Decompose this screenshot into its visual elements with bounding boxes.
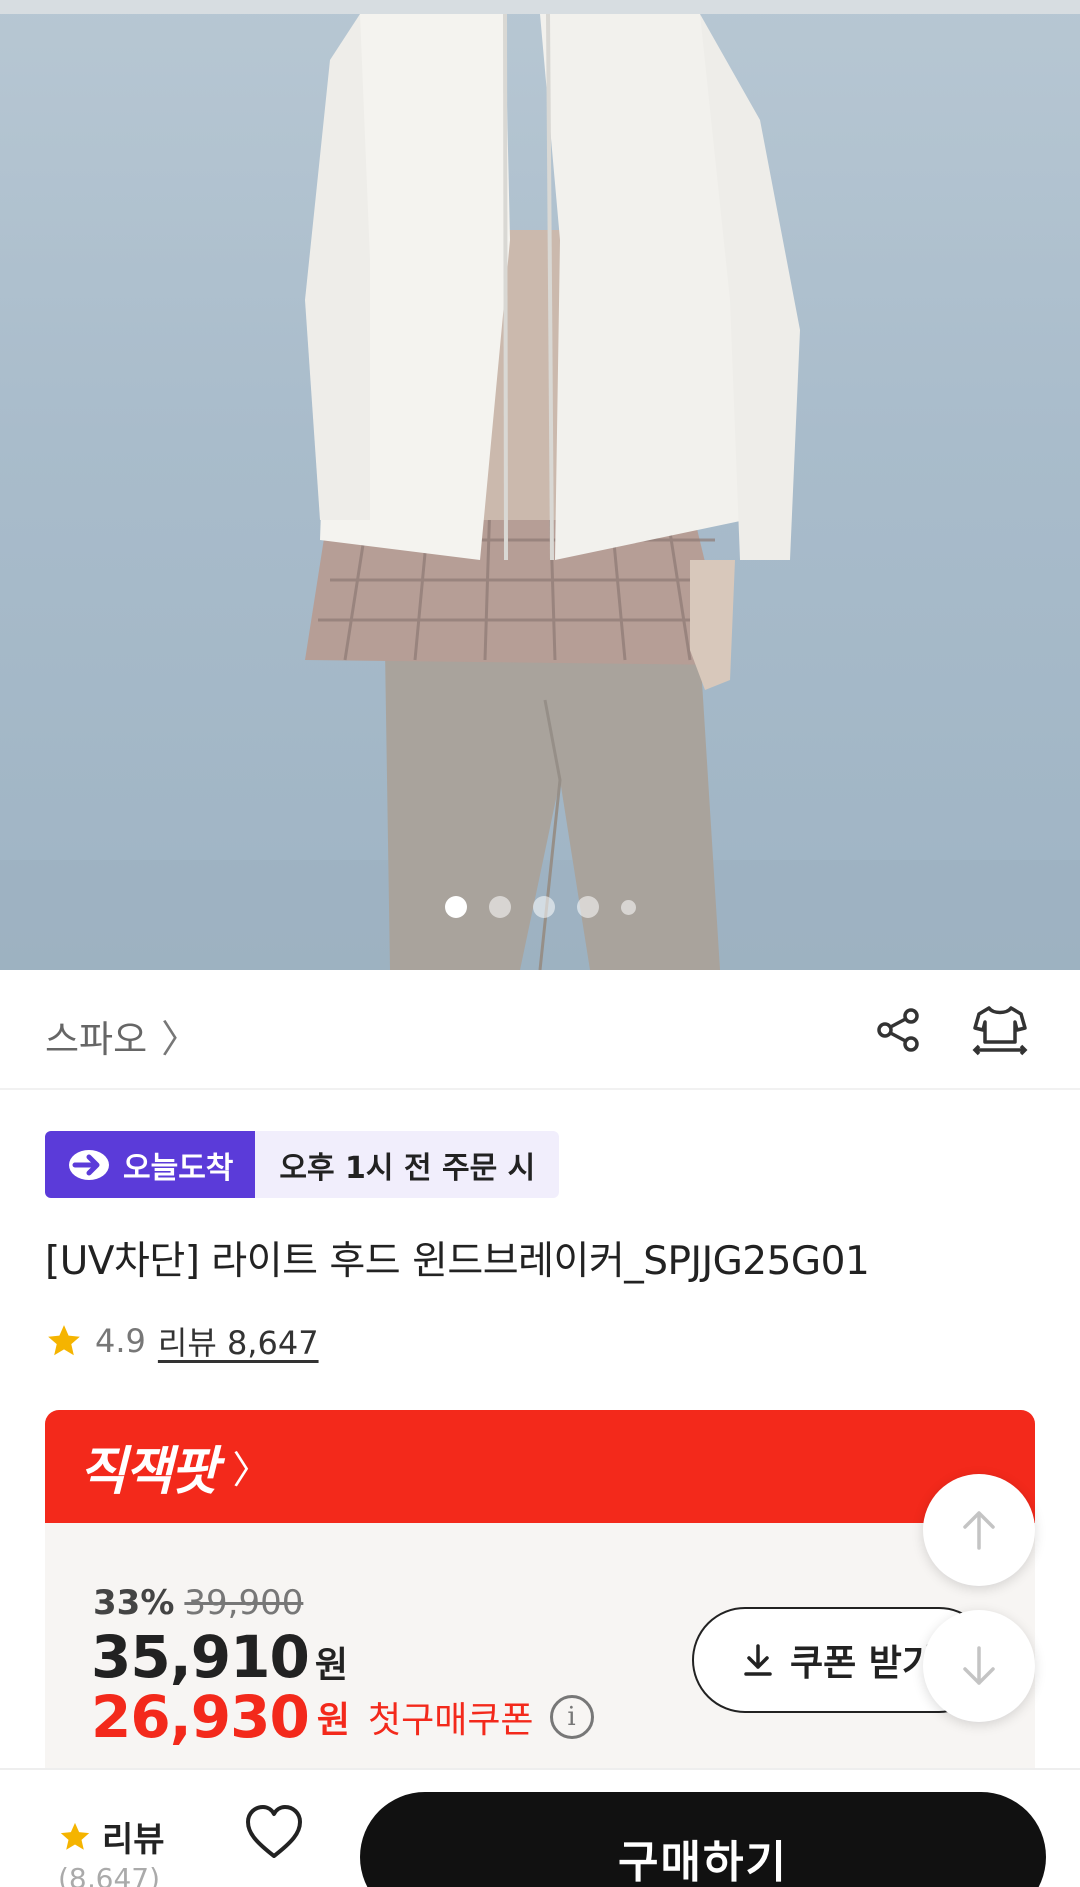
carousel-dot[interactable] bbox=[620, 899, 636, 915]
info-icon[interactable]: i bbox=[549, 1695, 594, 1739]
original-price: 39,900 bbox=[184, 1583, 304, 1623]
today-delivery-badge: 오늘도착 bbox=[45, 1131, 256, 1198]
coupon-price-unit: 원 bbox=[316, 1700, 350, 1741]
chevron-right-icon: 〉 bbox=[232, 1448, 271, 1492]
get-coupon-label: 쿠폰 받기 bbox=[790, 1643, 936, 1684]
jackpot-label: 직잭팟 bbox=[79, 1442, 219, 1502]
brand-name: 스파오 bbox=[45, 1017, 148, 1061]
brand-row: 스파오 〉 bbox=[0, 970, 1080, 1090]
sale-price: 35,910 원 bbox=[91, 1623, 348, 1691]
download-icon bbox=[744, 1644, 772, 1676]
delivery-condition: 오후 1시 전 주문 시 bbox=[255, 1131, 560, 1198]
carousel-dot[interactable] bbox=[488, 896, 511, 918]
bottom-review-button[interactable]: 리뷰 bbox=[58, 1812, 165, 1861]
bottom-review-label: 리뷰 bbox=[102, 1820, 165, 1860]
review-link[interactable]: 리뷰 8,647 bbox=[158, 1318, 319, 1364]
carousel-dot[interactable] bbox=[444, 896, 467, 918]
try-on-icon bbox=[972, 1006, 1028, 1056]
carousel-dot[interactable] bbox=[576, 896, 599, 918]
chevron-right-icon: 〉 bbox=[161, 1017, 200, 1061]
product-image-carousel[interactable] bbox=[0, 0, 1080, 970]
share-button[interactable] bbox=[866, 998, 930, 1062]
arrow-down-icon bbox=[963, 1646, 995, 1685]
sale-price-unit: 원 bbox=[314, 1645, 348, 1686]
heart-icon bbox=[246, 1805, 302, 1858]
delivery-badges: 오늘도착 오후 1시 전 주문 시 bbox=[45, 1131, 560, 1198]
brand-link[interactable]: 스파오 〉 bbox=[45, 1008, 199, 1063]
product-title: [UV차단] 라이트 후드 윈드브레이커_SPJJG25G01 bbox=[45, 1239, 870, 1284]
coupon-price: 26,930 원 첫구매쿠폰 i bbox=[91, 1683, 594, 1751]
star-icon bbox=[60, 1822, 90, 1850]
star-icon bbox=[48, 1325, 80, 1356]
bottom-action-bar: 리뷰 (8,647) 구매하기 bbox=[0, 1768, 1080, 1887]
rating-score: 4.9 bbox=[95, 1322, 146, 1360]
jackpot-banner[interactable]: 직잭팟 〉 bbox=[45, 1410, 1035, 1523]
bottom-review-count: (8,647) bbox=[58, 1862, 161, 1887]
scroll-top-button[interactable] bbox=[923, 1474, 1035, 1586]
delivery-arrow-icon bbox=[69, 1149, 109, 1180]
arrow-up-icon bbox=[963, 1511, 995, 1550]
discount-percent: 33% bbox=[93, 1583, 175, 1623]
rating-row: 4.9 리뷰 8,647 bbox=[45, 1318, 319, 1364]
product-photo bbox=[0, 13, 1080, 970]
sale-price-value: 35,910 bbox=[91, 1623, 310, 1691]
carousel-indicator bbox=[0, 896, 1080, 918]
today-delivery-label: 오늘도착 bbox=[123, 1150, 234, 1186]
discount-row: 33% 39,900 bbox=[93, 1583, 303, 1623]
share-icon bbox=[877, 1008, 919, 1052]
wishlist-button[interactable] bbox=[242, 1800, 306, 1864]
coupon-label: 첫구매쿠폰 bbox=[367, 1700, 534, 1741]
scroll-bottom-button[interactable] bbox=[923, 1610, 1035, 1722]
carousel-dot[interactable] bbox=[532, 896, 555, 918]
fitting-button[interactable] bbox=[968, 998, 1032, 1062]
buy-button[interactable]: 구매하기 bbox=[360, 1792, 1046, 1887]
coupon-price-value: 26,930 bbox=[91, 1683, 310, 1751]
